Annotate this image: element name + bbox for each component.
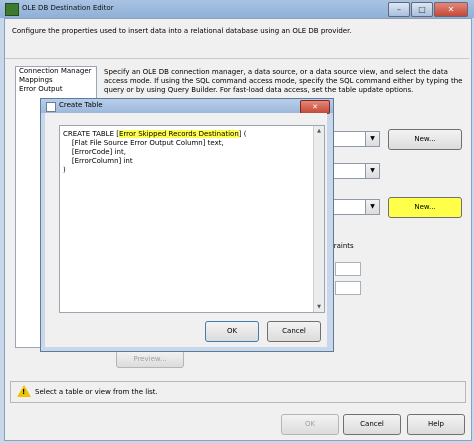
sql-editor[interactable]: CREATE TABLE [Error Skipped Records Dest… [59,125,325,313]
sql-table-name: Error Skipped Records Destination [118,130,239,138]
close-icon[interactable]: ✕ [300,100,330,114]
new-connection-button[interactable]: New... [388,129,462,150]
dialog-cancel-button[interactable]: Cancel [267,321,321,342]
message-bar: ! Select a table or view from the list. [10,381,466,403]
editor-window: OLE DB Destination Editor – □ ✕ Configur… [0,0,474,443]
help-button[interactable]: Help [407,414,465,435]
chevron-down-icon: ▼ [365,200,379,214]
editor-description: Configure the properties used to insert … [12,27,352,35]
sql-line: ) [63,166,66,174]
window-title: OLE DB Destination Editor [22,4,114,12]
sql-line: CREATE TABLE [Error Skipped Records Dest… [63,130,246,139]
dialog-ok-button[interactable]: OK [205,321,259,342]
sql-prefix: CREATE TABLE [ [63,130,119,138]
minimize-icon[interactable]: – [388,2,410,17]
scrollbar[interactable]: ▲ ▼ [313,126,324,312]
maximize-icon[interactable]: □ [411,2,433,17]
window-titlebar: OLE DB Destination Editor – □ ✕ [0,0,474,18]
option-field[interactable] [335,262,361,276]
preview-button[interactable]: Preview... [116,350,184,368]
scroll-up-icon[interactable]: ▲ [314,126,324,136]
chevron-down-icon: ▼ [365,164,379,178]
option-field[interactable] [335,281,361,295]
table-name-select[interactable]: ▼ [330,199,380,215]
create-table-dialog: Create Table ✕ CREATE TABLE [Error Skipp… [40,98,334,352]
partial-label: traints [331,242,354,250]
sql-line: [Flat File Source Error Output Column] t… [63,139,224,147]
nav-item-connection-manager[interactable]: Connection Manager [16,67,96,76]
instructions-text: Specify an OLE DB connection manager, a … [104,68,463,94]
cancel-button[interactable]: Cancel [343,414,401,435]
scroll-down-icon[interactable]: ▼ [314,302,324,312]
sql-line: [ErrorCode] int, [63,148,126,156]
access-mode-select[interactable]: ▼ [330,163,380,179]
divider [5,58,469,59]
nav-item-mappings[interactable]: Mappings [16,76,96,85]
message-text: Select a table or view from the list. [35,388,158,396]
dialog-titlebar: Create Table ✕ [41,99,333,114]
chevron-down-icon: ▼ [365,132,379,146]
nav-item-error-output[interactable]: Error Output [16,85,96,94]
app-icon [5,3,19,16]
close-icon[interactable]: ✕ [434,2,468,17]
dialog-title: Create Table [59,101,103,109]
ok-button[interactable]: OK [281,414,339,435]
dialog-client: CREATE TABLE [Error Skipped Records Dest… [45,113,327,347]
sql-line: [ErrorColumn] int [63,157,133,165]
connection-manager-select[interactable]: ▼ [330,131,380,147]
sql-suffix: ] ( [238,130,247,138]
new-table-button[interactable]: New... [388,197,462,218]
dialog-icon [46,102,56,112]
